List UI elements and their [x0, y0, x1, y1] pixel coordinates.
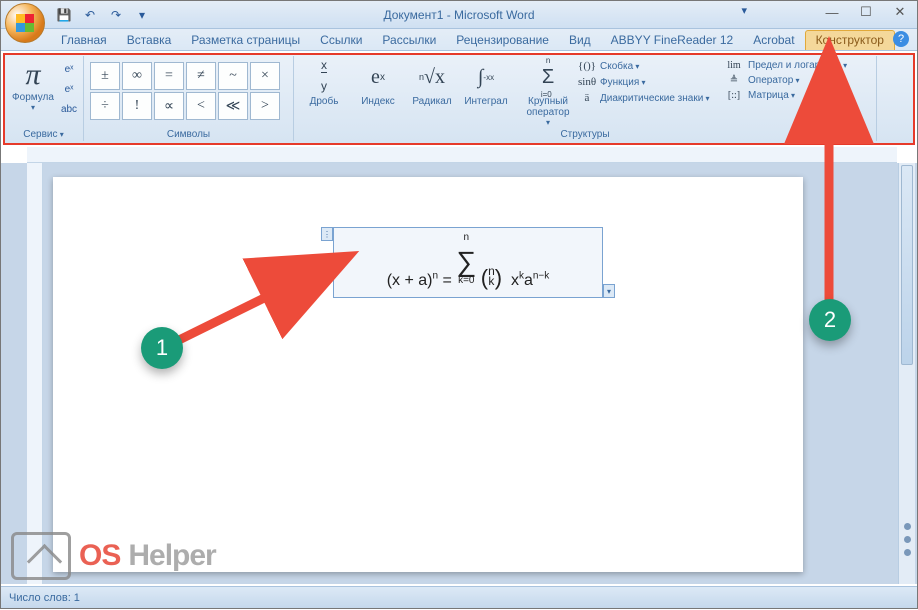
watermark: OS Helper	[11, 532, 216, 580]
redo-icon[interactable]: ↷	[105, 5, 127, 25]
tab-layout[interactable]: Разметка страницы	[181, 31, 310, 50]
quick-access-toolbar: 💾 ↶ ↷ ▾	[53, 5, 153, 25]
equation-handle-icon[interactable]: ⋮	[321, 227, 333, 241]
structure-col2: limПредел и логарифм ≜Оператор [::]Матри…	[724, 60, 847, 101]
equation-box[interactable]: ⋮ (x + a)n = n ∑ k=0 (nk) xkan−k ▾	[333, 227, 603, 298]
formula-label: Формула	[10, 92, 56, 103]
window-controls: — ☐ ✕	[819, 3, 913, 21]
fraction-icon: xy	[302, 58, 346, 96]
page[interactable]: ⋮ (x + a)n = n ∑ k=0 (nk) xkan−k ▾	[53, 177, 803, 572]
index-icon: ex	[356, 58, 400, 96]
preset-icon[interactable]: abc	[60, 100, 78, 118]
document-area: ⋮ (x + a)n = n ∑ k=0 (nk) xkan−k ▾	[1, 163, 917, 584]
limit-button[interactable]: limПредел и логарифм	[724, 60, 847, 71]
save-icon[interactable]: 💾	[53, 5, 75, 25]
scrollbar-thumb[interactable]	[901, 165, 913, 365]
structure-buttons: xyДробь exИндекс n√xРадикал ∫-xxИнтеграл…	[302, 58, 578, 127]
symbol-cell[interactable]: >	[250, 92, 280, 120]
watermark-text-2: Helper	[128, 539, 215, 573]
preset-icon[interactable]: eˣ	[60, 60, 78, 78]
radical-icon: n√x	[410, 58, 454, 96]
bigop-button[interactable]: nΣi=0Крупный оператор▾	[518, 58, 578, 127]
fraction-button[interactable]: xyДробь	[302, 58, 346, 127]
symbol-cell[interactable]: =	[154, 62, 184, 90]
symbol-cell[interactable]: ~	[218, 62, 248, 90]
ribbon-minimize-icon[interactable]: ▾	[741, 4, 747, 17]
annotation-badge-1: 1	[141, 327, 183, 369]
symbol-cell[interactable]: ×	[250, 62, 280, 90]
radical-button[interactable]: n√xРадикал	[410, 58, 454, 127]
preset-icon[interactable]: eˣ	[60, 80, 78, 98]
symbol-cell[interactable]: ÷	[90, 92, 120, 120]
bracket-icon: {()}	[578, 60, 596, 72]
matrix-button[interactable]: [::]Матрица	[724, 90, 847, 101]
integral-button[interactable]: ∫-xxИнтеграл	[464, 58, 508, 127]
formula-button[interactable]: π Формула ▾	[10, 58, 56, 112]
status-bar: Число слов: 1	[1, 586, 917, 608]
tab-home[interactable]: Главная	[51, 31, 117, 50]
group-structures-label: Структуры	[294, 129, 876, 140]
maximize-button[interactable]: ☐	[853, 3, 879, 21]
watermark-text-1: OS	[79, 539, 120, 573]
bracket-button[interactable]: {()}Скобка	[578, 60, 710, 72]
limit-icon: lim	[724, 60, 744, 71]
group-tools-label[interactable]: Сервис	[4, 129, 83, 140]
group-symbols-label: Символы	[84, 129, 293, 140]
function-icon: sinθ	[578, 76, 596, 88]
ribbon: π Формула ▾ eˣ eˣ abc Сервис ± ∞ = ≠ ~ ×…	[4, 54, 914, 144]
symbol-grid: ± ∞ = ≠ ~ × ÷ ! ∝ < ≪ >	[90, 62, 280, 120]
symbol-cell[interactable]: ±	[90, 62, 120, 90]
undo-icon[interactable]: ↶	[79, 5, 101, 25]
operator-button[interactable]: ≜Оператор	[724, 75, 847, 86]
vertical-ruler[interactable]	[27, 163, 43, 584]
structure-col1: {()}Скобка sinθФункция äДиакритические з…	[578, 60, 710, 104]
pi-icon: π	[10, 58, 56, 92]
tab-references[interactable]: Ссылки	[310, 31, 372, 50]
symbol-cell[interactable]: <	[186, 92, 216, 120]
function-button[interactable]: sinθФункция	[578, 76, 710, 88]
tab-insert[interactable]: Вставка	[117, 31, 182, 50]
window-title: Документ1 - Microsoft Word	[383, 8, 534, 22]
symbol-cell[interactable]: ≠	[186, 62, 216, 90]
qat-more-icon[interactable]: ▾	[131, 5, 153, 25]
symbol-cell[interactable]: !	[122, 92, 152, 120]
sigma-icon: nΣi=0	[518, 58, 578, 96]
ribbon-tabs: Главная Вставка Разметка страницы Ссылки…	[1, 29, 917, 51]
minimize-button[interactable]: —	[819, 3, 845, 21]
operator-icon: ≜	[724, 75, 744, 86]
tab-design[interactable]: Конструктор	[805, 30, 895, 50]
title-bar: 💾 ↶ ↷ ▾ Документ1 - Microsoft Word ▾ — ☐…	[1, 1, 917, 29]
group-structures: xyДробь exИндекс n√xРадикал ∫-xxИнтеграл…	[294, 56, 877, 141]
equation-options-icon[interactable]: ▾	[603, 284, 615, 298]
matrix-icon: [::]	[724, 90, 744, 101]
tab-abbyy[interactable]: ABBYY FineReader 12	[601, 31, 744, 50]
vertical-scrollbar[interactable]	[898, 163, 915, 584]
tab-view[interactable]: Вид	[559, 31, 601, 50]
symbol-cell[interactable]: ∝	[154, 92, 184, 120]
diacritic-button[interactable]: äДиакритические знаки	[578, 92, 710, 104]
annotation-badge-2: 2	[809, 299, 851, 341]
help-icon[interactable]: ?	[893, 31, 909, 47]
tab-mailings[interactable]: Рассылки	[372, 31, 446, 50]
symbol-cell[interactable]: ∞	[122, 62, 152, 90]
group-symbols: ± ∞ = ≠ ~ × ÷ ! ∝ < ≪ > Символы	[84, 56, 294, 141]
tab-review[interactable]: Рецензирование	[446, 31, 559, 50]
group-tools: π Формула ▾ eˣ eˣ abc Сервис	[4, 56, 84, 141]
close-button[interactable]: ✕	[887, 3, 913, 21]
cursor-icon	[11, 532, 71, 580]
horizontal-ruler[interactable]	[27, 147, 897, 163]
equation-content[interactable]: (x + a)n = n ∑ k=0 (nk) xkan−k	[387, 234, 550, 291]
word-count[interactable]: Число слов: 1	[9, 592, 80, 604]
index-button[interactable]: exИндекс	[356, 58, 400, 127]
integral-icon: ∫-xx	[464, 58, 508, 96]
office-button[interactable]	[5, 3, 45, 43]
symbol-cell[interactable]: ≪	[218, 92, 248, 120]
browse-object-icons[interactable]	[899, 523, 915, 556]
diacritic-icon: ä	[578, 92, 596, 104]
formula-preset-icons: eˣ eˣ abc	[60, 60, 78, 118]
tab-acrobat[interactable]: Acrobat	[743, 31, 804, 50]
